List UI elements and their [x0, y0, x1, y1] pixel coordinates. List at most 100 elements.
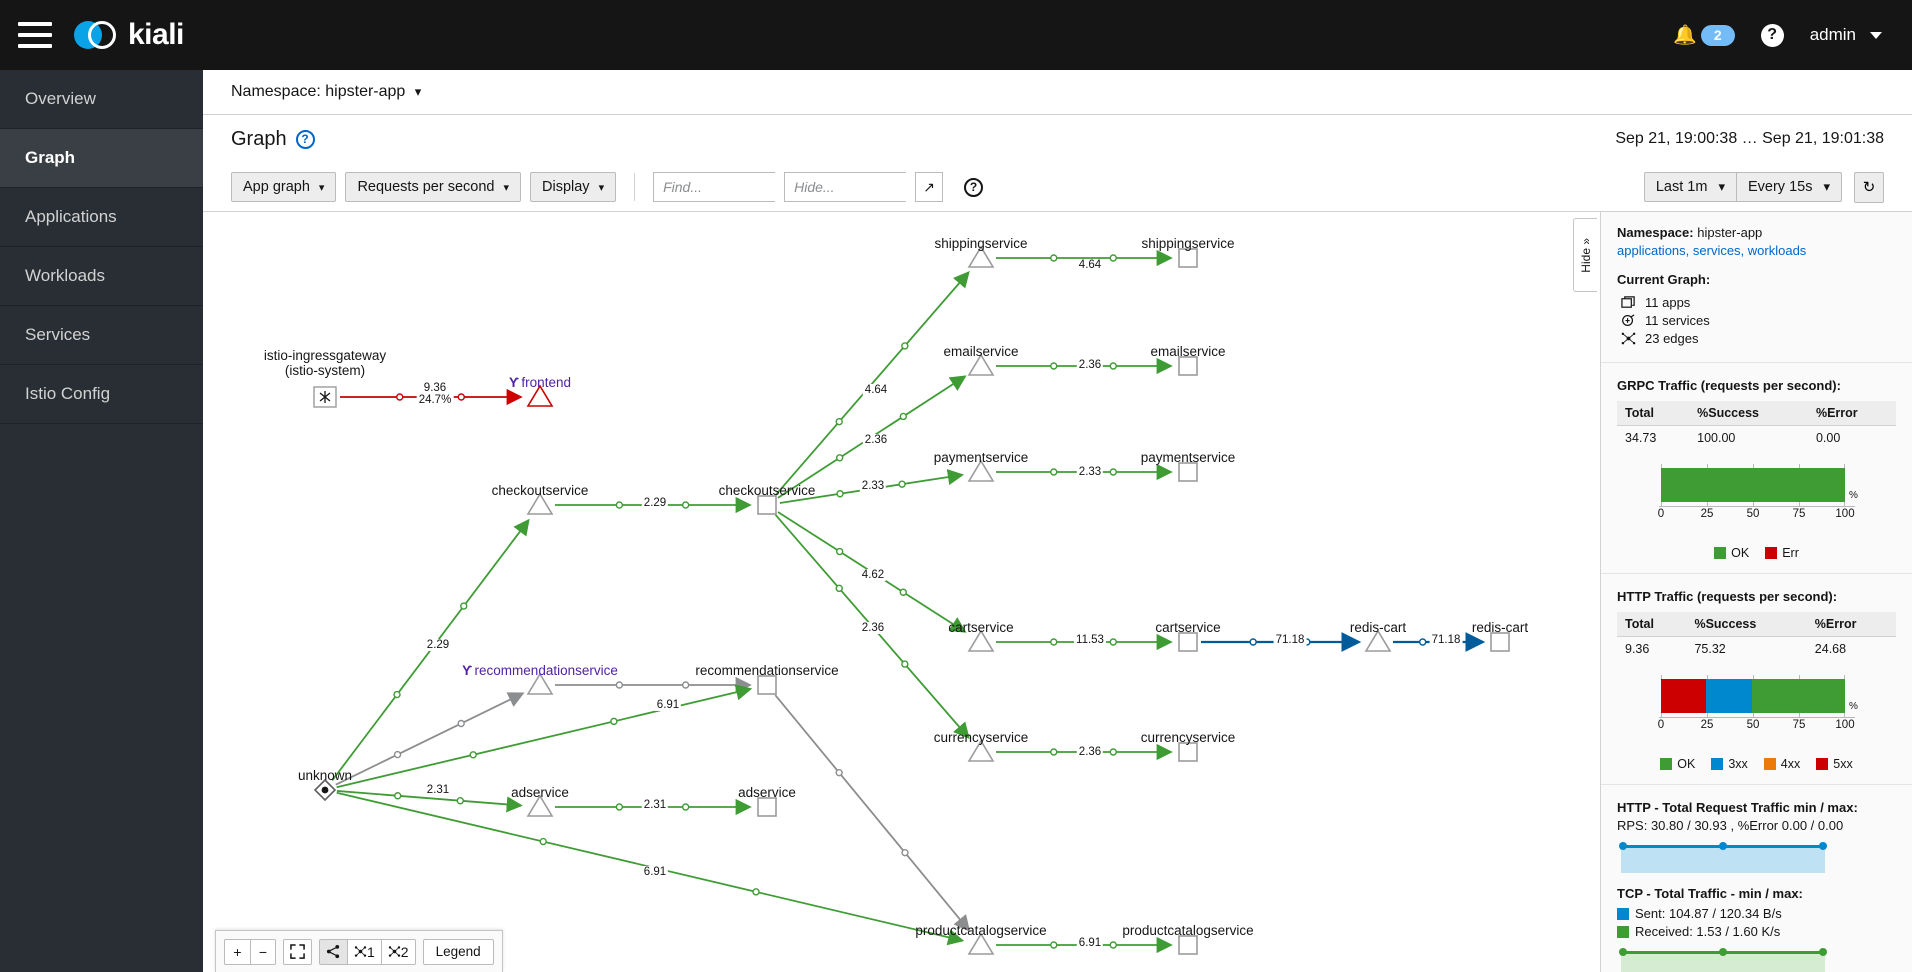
tcp-total-sparkline [1617, 946, 1896, 972]
graph-edge-label: 2.36 [862, 434, 890, 446]
graph-node-ingressgw[interactable] [313, 386, 337, 408]
chart-percent-label: % [1849, 490, 1858, 501]
refresh-interval-dropdown[interactable]: Every 15s ▾ [1736, 172, 1842, 202]
masthead-help-icon[interactable]: ? [1760, 23, 1784, 47]
graph-node-label: istio-ingressgateway (istio-system) [263, 348, 387, 378]
sidebar-item-label: Services [25, 325, 91, 344]
sidebar-item-workloads[interactable]: Workloads [0, 247, 203, 306]
graph-node-shipping_app[interactable] [1178, 248, 1198, 268]
notifications-button[interactable]: 🔔 2 [1673, 24, 1735, 46]
sidebar-item-applications[interactable]: Applications [0, 188, 203, 247]
layout-controls: 1 2 [319, 938, 416, 965]
tcp-sent-swatch [1617, 907, 1629, 920]
zoom-out-button[interactable]: − [250, 938, 276, 965]
page-help-icon[interactable]: ? [295, 129, 315, 149]
sidebar-item-services[interactable]: Services [0, 306, 203, 365]
chevron-down-icon [1870, 31, 1882, 39]
chevron-down-icon: ▾ [1823, 179, 1830, 194]
zoom-in-button[interactable]: + [224, 938, 250, 965]
http-total-title: HTTP - Total Request Traffic min / max: [1617, 800, 1858, 815]
virtual-service-icon: Ƴ [462, 663, 473, 678]
graph-edge[interactable] [555, 676, 752, 694]
graph-node-cart_app[interactable] [1178, 632, 1198, 652]
graph-node-unknown[interactable] [313, 778, 337, 802]
sidebar-item-istio-config[interactable]: Istio Config [0, 365, 203, 424]
legend-item: OK [1660, 757, 1695, 771]
layout-one-button[interactable]: 1 [347, 938, 381, 965]
namespace-selector[interactable]: Namespace: hipster-app ▾ [231, 83, 421, 101]
legend-swatch [1763, 758, 1776, 770]
axis-tick-label: 100 [1835, 719, 1855, 731]
graph-node-label: checkoutservice [491, 483, 589, 498]
graph-node-redis_app[interactable] [1490, 632, 1510, 652]
graph-side-panel: Namespace: hipster-app applications, ser… [1600, 212, 1912, 972]
graph-node-label: recommendationservice [695, 663, 839, 678]
legend-swatch [1714, 547, 1727, 559]
display-dropdown[interactable]: Display ▾ [530, 172, 617, 202]
graph-edge[interactable] [336, 684, 753, 789]
hamburger-icon[interactable] [18, 22, 52, 48]
graph-edge-label: 9.36 24.7% [416, 382, 454, 406]
layout-default-button[interactable] [319, 938, 347, 965]
graph-node-label: productcatalogservice [1122, 923, 1254, 938]
graph-node-ad_app[interactable] [757, 797, 777, 817]
namespace-links[interactable]: applications, services, workloads [1617, 243, 1896, 258]
axis-tick-label: 0 [1657, 508, 1665, 520]
sidebar-nav: Overview Graph Applications Workloads Se… [0, 70, 203, 972]
graph-edge-label: 71.18 [1273, 634, 1307, 646]
brand-name: kiali [128, 18, 184, 51]
chevron-down-icon: ▾ [503, 181, 510, 194]
namespace-key: Namespace: [1617, 225, 1694, 240]
duration-dropdown[interactable]: Last 1m ▾ [1643, 172, 1737, 202]
graph-node-checkout_app[interactable] [757, 495, 777, 515]
services-icon [1622, 314, 1635, 326]
graph-node-payment_app[interactable] [1178, 462, 1198, 482]
tcp-total-title: TCP - Total Traffic - min / max: [1617, 886, 1803, 901]
graph-edge-label: 11.53 [1074, 634, 1106, 646]
stat-edges-label: 23 edges [1645, 331, 1699, 346]
chart-percent-label: % [1849, 701, 1858, 712]
layout-two-button[interactable]: 2 [380, 938, 416, 965]
masthead: kiali 🔔 2 ? admin [0, 0, 1912, 70]
graph-node-currency_app[interactable] [1178, 742, 1198, 762]
brand-logo-group: kiali [74, 18, 184, 52]
graph-canvas[interactable]: istio-ingressgateway (istio-system) Ƴfront… [203, 212, 1585, 972]
graph-node-label: cartservice [1155, 620, 1221, 635]
toolbar-help-icon[interactable]: ? [964, 177, 984, 197]
axis-tick-label: 25 [1700, 719, 1714, 731]
hide-input[interactable] [784, 172, 907, 202]
graph-node-email_app[interactable] [1178, 356, 1198, 376]
sidebar-item-graph[interactable]: Graph [0, 129, 203, 188]
display-label: Display [542, 179, 590, 195]
tcp-sent-label: Sent: 104.87 / 120.34 B/s [1635, 906, 1782, 921]
refresh-button[interactable]: ↻ [1854, 171, 1884, 203]
hide-side-panel-button[interactable]: Hide » [1573, 218, 1597, 292]
bar-segment [1661, 468, 1845, 502]
graph-node-recommend_app[interactable] [757, 675, 777, 695]
expand-icon[interactable]: ↗ [915, 172, 944, 202]
find-input[interactable] [653, 172, 776, 202]
user-menu[interactable]: admin [1810, 25, 1882, 45]
sparkline-point [1719, 842, 1727, 850]
legend-item: Err [1765, 546, 1799, 560]
legend-button[interactable]: Legend [422, 938, 494, 965]
legend-item: 3xx [1711, 757, 1748, 771]
apps-icon [1621, 296, 1635, 308]
chevron-down-icon: ▾ [414, 84, 422, 99]
axis-tick-label: 0 [1657, 719, 1665, 731]
axis-tick-label: 100 [1835, 508, 1855, 520]
sidebar-item-overview[interactable]: Overview [0, 70, 203, 129]
legend-item: 4xx [1763, 757, 1801, 771]
graph-node-label: Ƴrecommendationservice [462, 663, 618, 678]
graph-type-dropdown[interactable]: App graph ▾ [231, 172, 337, 202]
bar-segment [1706, 679, 1753, 713]
metric-dropdown[interactable]: Requests per second ▾ [345, 172, 522, 202]
legend-label: 4xx [1780, 757, 1801, 771]
toolbar-time-controls: Last 1m ▾ Every 15s ▾ ↻ [1643, 171, 1884, 203]
metric-label: Requests per second [357, 179, 495, 195]
tcp-received-label: Received: 1.53 / 1.60 K/s [1635, 924, 1781, 939]
graph-node-catalog_app[interactable] [1178, 935, 1198, 955]
graph-node-label: shippingservice [1141, 236, 1235, 251]
graph-edge-label: 2.31 [424, 784, 452, 796]
fit-to-screen-button[interactable] [283, 938, 312, 965]
